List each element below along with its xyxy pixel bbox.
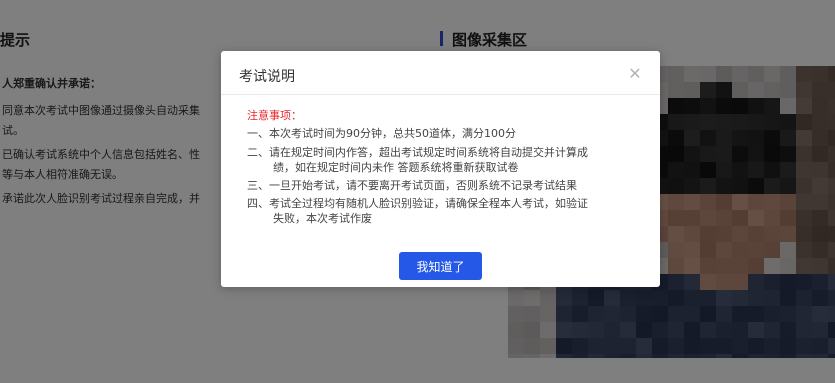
dialog-header: 考试说明 ✕ (221, 51, 660, 95)
note-text-continued: 绩，如在规定时间内未作 答题系统将重新获取试卷 (273, 161, 519, 174)
note-text-continued: 失败，本次考试作废 (273, 212, 372, 225)
notes-heading: 注意事项： (247, 109, 302, 122)
note-item: 三、一旦开始考试，请不要离开考试页面，否则系统不记录考试结果 (247, 178, 577, 193)
note-text: 请在规定时间内作答，超出考试规定时间系统将自动提交并计算成 (269, 146, 588, 159)
got-it-button[interactable]: 我知道了 (399, 252, 482, 280)
close-icon[interactable]: ✕ (625, 64, 645, 84)
note-number: 一、 (247, 127, 269, 140)
note-text: 本次考试时间为90分钟，总共50道体，满分100分 (269, 127, 516, 140)
exam-page: 提示 人郑重确认并承诺： 同意本次考试中图像通过摄像头自动采集 试。 已确认考试… (0, 0, 835, 383)
note-item: 四、考试全过程均有随机人脸识别验证，请确保全程本人考试，如验证 (247, 196, 588, 211)
note-number: 三、 (247, 179, 269, 192)
dialog-title: 考试说明 (239, 69, 295, 85)
note-item: 一、本次考试时间为90分钟，总共50道体，满分100分 (247, 126, 516, 141)
exam-instructions-dialog: 考试说明 ✕ 注意事项： 一、本次考试时间为90分钟，总共50道体，满分100分… (221, 51, 660, 287)
note-number: 四、 (247, 197, 269, 210)
note-item: 二、请在规定时间内作答，超出考试规定时间系统将自动提交并计算成 (247, 145, 588, 160)
note-text: 一旦开始考试，请不要离开考试页面，否则系统不记录考试结果 (269, 179, 577, 192)
note-number: 二、 (247, 146, 269, 159)
note-text: 考试全过程均有随机人脸识别验证，请确保全程本人考试，如验证 (269, 197, 588, 210)
